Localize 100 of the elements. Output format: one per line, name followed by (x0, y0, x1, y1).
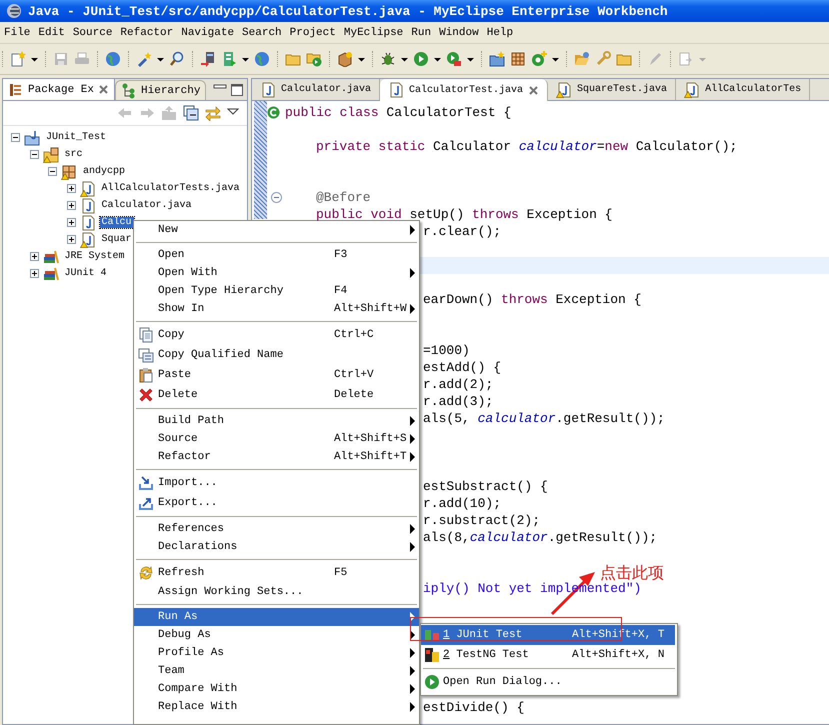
expand-toggle[interactable] (11, 133, 20, 142)
tree-item[interactable]: JUnit 4 (62, 268, 109, 279)
menu-item[interactable]: Run As (134, 608, 419, 626)
menu-item[interactable]: Refactor Alt+Shift+T (134, 448, 419, 466)
menu[interactable]: Window (435, 26, 483, 38)
menu-item[interactable]: Declarations (134, 538, 419, 556)
collapse-all-icon[interactable] (183, 105, 199, 121)
hierarchy-icon (121, 82, 138, 98)
menu-item[interactable]: References (134, 520, 419, 538)
menu-item[interactable]: Export... (134, 493, 419, 513)
tree-item[interactable]: AllCalculatorTests.java (100, 183, 242, 194)
menu-item[interactable]: 2 TestNG Test Alt+Shift+X, N (421, 645, 677, 665)
code-line: r.add(2); (423, 377, 494, 392)
menu[interactable]: MyEclipse (340, 26, 408, 38)
wand-icon[interactable] (136, 51, 152, 67)
menu-item[interactable]: Build Path (134, 412, 419, 430)
tree-item[interactable]: Calcu (100, 217, 134, 228)
editor-tab[interactable]: SquareTest.java (548, 79, 676, 100)
code-line: r.substract(2); (423, 513, 540, 528)
view-tab[interactable]: Hierarchy (115, 80, 206, 100)
export-icon (138, 495, 154, 511)
tree-item[interactable]: andycpp (81, 166, 128, 177)
menu[interactable]: Source (68, 26, 116, 38)
code-line: @Before (316, 190, 371, 205)
menu-item[interactable]: Source Alt+Shift+S (134, 430, 419, 448)
menu-item[interactable]: Show In Alt+Shift+W (134, 300, 419, 318)
menu-item[interactable]: Copy Ctrl+C (134, 325, 419, 345)
menu-item[interactable]: Delete Delete (134, 385, 419, 405)
link-arrows-icon[interactable] (205, 105, 221, 121)
expand-toggle[interactable] (30, 252, 38, 261)
new-file-icon[interactable] (10, 51, 26, 67)
close-icon[interactable] (98, 84, 110, 95)
expand-toggle[interactable] (66, 201, 76, 210)
menu[interactable]: Edit (34, 26, 69, 38)
menu-item[interactable]: Replace With (134, 698, 419, 716)
grid-icon[interactable] (510, 51, 526, 67)
menu[interactable]: Project (286, 26, 340, 38)
expand-toggle[interactable] (30, 269, 38, 278)
expand-toggle[interactable] (48, 167, 57, 176)
menu-item[interactable]: Open Type Hierarchy F4 (134, 282, 419, 300)
view-tab[interactable]: Package Ex (3, 79, 116, 100)
menu-item[interactable]: Paste Ctrl+V (134, 365, 419, 385)
code-line: r.add(10); (423, 496, 502, 511)
menu[interactable]: Search (238, 26, 286, 38)
server-arrow-icon[interactable] (200, 51, 216, 67)
bug-icon[interactable] (380, 51, 396, 67)
menu[interactable]: Refactor (116, 26, 178, 38)
magnifier-icon[interactable] (169, 51, 185, 67)
expand-toggle[interactable] (30, 150, 38, 159)
menu[interactable]: Run (407, 26, 436, 38)
tree-item[interactable]: JUnit_Test (44, 132, 108, 143)
menu-item[interactable]: Open Run Dialog... (421, 672, 677, 692)
menu-item[interactable]: Profile As (134, 644, 419, 662)
menu-item[interactable]: Open F3 (134, 246, 419, 264)
menu-item[interactable]: Import... (134, 473, 419, 493)
maximize-icon[interactable] (230, 83, 244, 97)
copy-icon (138, 327, 154, 343)
fold-toggle-icon[interactable] (271, 192, 282, 203)
tree-item[interactable]: Squar (100, 234, 134, 245)
expand-toggle[interactable] (66, 184, 76, 193)
window-title: Java - JUnit_Test/src/andycpp/CalculatorTest.java - MyEclipse Enterprise Workbench (28, 4, 668, 18)
app-icon (6, 3, 22, 19)
run-toolbox-icon[interactable] (446, 51, 462, 67)
close-icon[interactable] (528, 84, 540, 96)
code-line: estSubstract() { (423, 479, 548, 494)
server-icon[interactable] (221, 51, 237, 67)
circle-plus-icon[interactable] (531, 51, 547, 67)
tree-item[interactable]: JRE System (62, 251, 127, 262)
editor-tab[interactable]: AllCalculatorTes (676, 79, 810, 100)
box-icon[interactable] (337, 51, 353, 67)
folder-arrow-icon[interactable] (306, 51, 322, 67)
run-icon[interactable] (413, 51, 429, 67)
globe-icon[interactable] (105, 51, 121, 67)
menu-item[interactable]: Open With (134, 264, 419, 282)
menu-item[interactable]: Copy Qualified Name (134, 345, 419, 365)
menu-item[interactable]: Debug As (134, 626, 419, 644)
globe-icon[interactable] (254, 51, 270, 67)
expand-toggle[interactable] (66, 235, 76, 244)
menu-item[interactable]: Compare With (134, 680, 419, 698)
run-icon (424, 674, 440, 690)
menu[interactable]: Navigate (177, 26, 238, 38)
menu[interactable]: File (0, 26, 34, 38)
test-bars-icon (424, 627, 440, 643)
expand-toggle[interactable] (66, 218, 76, 227)
menu-item[interactable]: New (134, 221, 419, 239)
menu-item[interactable]: Team (134, 662, 419, 680)
tree-item[interactable]: src (62, 149, 85, 160)
editor-tab[interactable]: CalculatorTest.java (380, 79, 548, 101)
code-line: estDivide() { (423, 700, 524, 715)
folder-star-icon[interactable] (489, 51, 505, 67)
refresh-icon (138, 565, 154, 581)
open-folder-icon[interactable] (574, 51, 590, 67)
annotation-text: 点击此项 (600, 564, 664, 582)
menu-item[interactable]: Refresh F5 (134, 563, 419, 583)
import-icon (138, 475, 154, 491)
copy-icon (138, 347, 154, 363)
tree-item[interactable]: Calculator.java (100, 200, 194, 211)
editor-tab[interactable]: Calculator.java (252, 79, 380, 100)
menu[interactable]: Help (482, 26, 518, 38)
menu-item[interactable]: Assign Working Sets... (134, 583, 419, 601)
